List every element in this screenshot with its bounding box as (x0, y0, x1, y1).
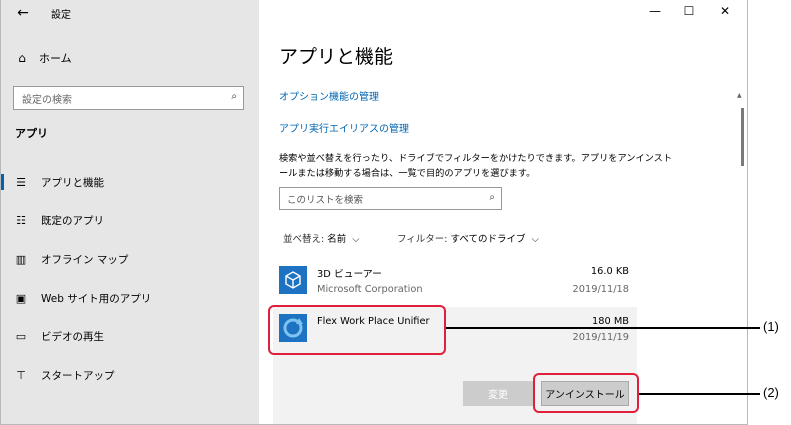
sidebar-item-label: 既定のアプリ (41, 214, 104, 227)
sort-label: 並べ替え: (283, 234, 325, 245)
description-text: 検索や並べ替えを行ったり、ドライブでフィルターをかけたりできます。アプリをアンイ… (279, 153, 673, 179)
optional-features-link[interactable]: オプション機能の管理 (279, 88, 379, 103)
back-arrow-icon[interactable]: ← (15, 5, 31, 21)
app-date: 2019/11/19 (572, 332, 629, 343)
app-date: 2019/11/18 (572, 284, 629, 295)
video-icon: ▭ (15, 329, 27, 343)
home-label: ホーム (39, 52, 72, 65)
app-list-search-placeholder: このリストを検索 (287, 195, 364, 206)
sidebar-item-website-apps[interactable]: ▣ Web サイト用のアプリ (1, 285, 259, 311)
highlight-box-app (268, 305, 446, 355)
search-icon: ⌕ (231, 91, 237, 102)
3d-viewer-icon (279, 266, 307, 294)
scrollbar-thumb[interactable] (741, 108, 744, 166)
callout-label-2: (2) (763, 385, 779, 400)
sidebar-item-label: ビデオの再生 (41, 330, 104, 343)
window-title: 設定 (51, 10, 71, 21)
sidebar-item-label: アプリと機能 (41, 176, 104, 189)
filter-value: すべてのドライブ (450, 234, 526, 245)
sort-dropdown[interactable]: 並べ替え: 名前 ⌵ (283, 231, 360, 245)
settings-search-placeholder: 設定の検索 (22, 95, 72, 106)
scroll-up-icon[interactable]: ▲ (737, 92, 742, 99)
sidebar-item-label: オフライン マップ (41, 253, 129, 266)
website-icon: ▣ (15, 291, 27, 305)
sidebar-item-label: スタートアップ (41, 369, 115, 382)
app-execution-alias-link[interactable]: アプリ実行エイリアスの管理 (279, 120, 409, 135)
maximize-icon[interactable]: ☐ (679, 4, 699, 18)
filter-label: フィルター: (397, 234, 448, 245)
app-size: 180 MB (592, 316, 629, 327)
callout-label-1: (1) (763, 319, 779, 334)
list-icon: ☰ (16, 175, 26, 189)
sidebar-item-apps-features[interactable]: ☰ アプリと機能 (1, 169, 259, 195)
chevron-down-icon: ⌵ (528, 234, 539, 245)
map-icon: ▥ (15, 252, 27, 266)
default-apps-icon: ☷ (16, 213, 26, 227)
search-icon: ⌕ (489, 192, 495, 203)
page-title: アプリと機能 (279, 46, 394, 68)
sidebar-item-startup[interactable]: ⊤ スタートアップ (1, 362, 259, 388)
app-list-search-input[interactable]: このリストを検索 ⌕ (279, 187, 502, 210)
chevron-down-icon: ⌵ (349, 234, 360, 245)
sidebar-home[interactable]: ⌂ ホーム (15, 50, 72, 66)
highlight-box-uninstall (533, 373, 639, 413)
change-button[interactable]: 変更 (463, 381, 533, 406)
startup-icon: ⊤ (16, 368, 26, 382)
app-name: 3D ビューアー (317, 269, 382, 280)
close-icon[interactable]: ✕ (715, 4, 735, 18)
sidebar-item-label: Web サイト用のアプリ (41, 292, 152, 305)
main-panel: — ☐ ✕ アプリと機能 オプション機能の管理 アプリ実行エイリアスの管理 検索… (259, 0, 747, 424)
app-size: 16.0 KB (590, 266, 629, 277)
settings-search-input[interactable]: 設定の検索 ⌕ (13, 86, 244, 110)
sort-value: 名前 (327, 234, 347, 245)
callout-line-2 (639, 393, 760, 395)
home-icon: ⌂ (18, 51, 26, 65)
sidebar-item-video-playback[interactable]: ▭ ビデオの再生 (1, 323, 259, 349)
minimize-icon[interactable]: — (645, 4, 665, 18)
callout-line-1 (446, 327, 760, 329)
list-item[interactable]: 3D ビューアー Microsoft Corporation 16.0 KB 2… (273, 262, 637, 304)
sidebar: ← 設定 ⌂ ホーム 設定の検索 ⌕ アプリ ☰ アプリと機能 ☷ 既定のアプリ… (1, 0, 259, 424)
sidebar-item-offline-maps[interactable]: ▥ オフライン マップ (1, 246, 259, 272)
app-publisher: Microsoft Corporation (317, 284, 423, 295)
sidebar-item-default-apps[interactable]: ☷ 既定のアプリ (1, 207, 259, 233)
filter-dropdown[interactable]: フィルター: すべてのドライブ ⌵ (397, 231, 539, 245)
section-title: アプリ (15, 127, 48, 140)
settings-window: ← 設定 ⌂ ホーム 設定の検索 ⌕ アプリ ☰ アプリと機能 ☷ 既定のアプリ… (0, 0, 748, 425)
